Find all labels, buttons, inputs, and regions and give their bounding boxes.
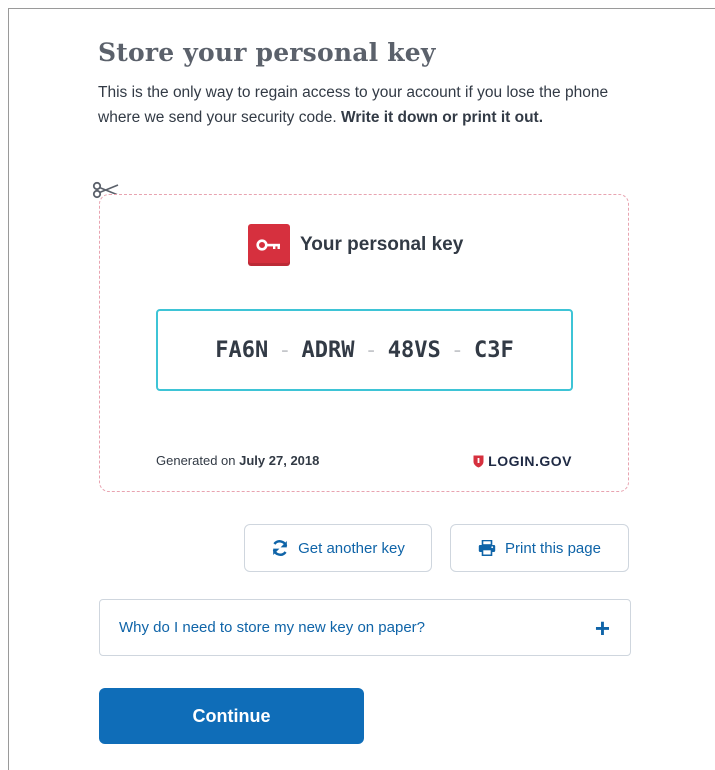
generated-date: July 27, 2018 bbox=[239, 453, 320, 468]
key-card-header: Your personal key bbox=[248, 224, 464, 266]
plus-icon: + bbox=[594, 612, 610, 643]
key-part-2: ADRW bbox=[301, 337, 355, 363]
generated-label: Generated on bbox=[156, 453, 236, 468]
why-store-key-accordion[interactable]: Why do I need to store my new key on pap… bbox=[99, 599, 631, 656]
generated-date-line: Generated on July 27, 2018 bbox=[156, 453, 319, 468]
page-title: Store your personal key bbox=[98, 38, 436, 67]
intro-emphasis: Write it down or print it out. bbox=[340, 109, 544, 126]
personal-key-card: Your personal key FA6N - ADRW - 48VS - C… bbox=[99, 194, 629, 492]
key-separator: - bbox=[450, 337, 464, 363]
get-another-key-button[interactable]: Get another key bbox=[244, 524, 432, 572]
refresh-icon bbox=[272, 540, 288, 556]
continue-button[interactable]: Continue bbox=[99, 688, 364, 744]
print-page-button[interactable]: Print this page bbox=[450, 524, 629, 572]
printer-icon bbox=[478, 540, 496, 556]
print-page-label: Print this page bbox=[505, 539, 601, 557]
key-part-3: 48VS bbox=[387, 337, 441, 363]
login-gov-logo: LOGIN.GOV bbox=[473, 453, 572, 469]
personal-key-code: FA6N - ADRW - 48VS - C3F bbox=[156, 309, 573, 391]
key-part-4: C3F bbox=[473, 337, 514, 363]
brand-name: LOGIN.GOV bbox=[488, 453, 572, 469]
accordion-label: Why do I need to store my new key on pap… bbox=[119, 619, 425, 636]
key-separator: - bbox=[364, 337, 378, 363]
key-part-1: FA6N bbox=[215, 337, 269, 363]
key-card-title: Your personal key bbox=[300, 234, 464, 255]
shield-icon bbox=[473, 455, 484, 467]
get-another-key-label: Get another key bbox=[298, 539, 405, 557]
key-separator: - bbox=[278, 337, 292, 363]
key-icon bbox=[248, 224, 290, 266]
intro-text: This is the only way to regain access to… bbox=[98, 80, 628, 130]
